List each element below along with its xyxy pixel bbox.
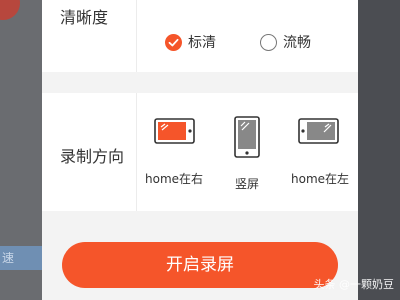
clarity-option-label: 流畅 (283, 35, 311, 51)
record-settings-sheet: 清晰度 标清 流畅 录制方向 home在右 竖屏 home在左 开启录屏 (42, 0, 358, 300)
clarity-row: 清晰度 标清 流畅 (42, 0, 358, 72)
row-divider (136, 93, 137, 211)
background-app-right (358, 0, 400, 300)
radio-unchecked-icon (260, 33, 277, 51)
clarity-option-smooth[interactable]: 流畅 (260, 32, 311, 52)
phone-landscape-right-icon (154, 118, 195, 144)
radio-checked-icon (165, 33, 182, 51)
start-recording-button[interactable]: 开启录屏 (62, 242, 338, 288)
orientation-option-label: 竖屏 (235, 177, 260, 191)
clarity-label: 清晰度 (60, 8, 109, 27)
orientation-option-home-right[interactable]: home在右 (145, 118, 212, 198)
watermark: 头条 @一颗奶豆 (313, 278, 395, 291)
phone-landscape-left-icon (298, 118, 339, 144)
background-text: 速 (0, 246, 42, 270)
orientation-option-portrait[interactable]: 竖屏 (234, 116, 274, 198)
phone-portrait-icon (234, 116, 260, 158)
clarity-option-label: 标清 (188, 35, 216, 51)
row-divider (136, 0, 137, 72)
orientation-option-label: home在左 (291, 172, 350, 186)
clarity-option-standard[interactable]: 标清 (165, 32, 216, 52)
orientation-label: 录制方向 (60, 147, 125, 166)
orientation-option-label: home在右 (145, 172, 204, 186)
orientation-option-home-left[interactable]: home在左 (291, 118, 358, 198)
orientation-row: 录制方向 home在右 竖屏 home在左 (42, 93, 358, 211)
